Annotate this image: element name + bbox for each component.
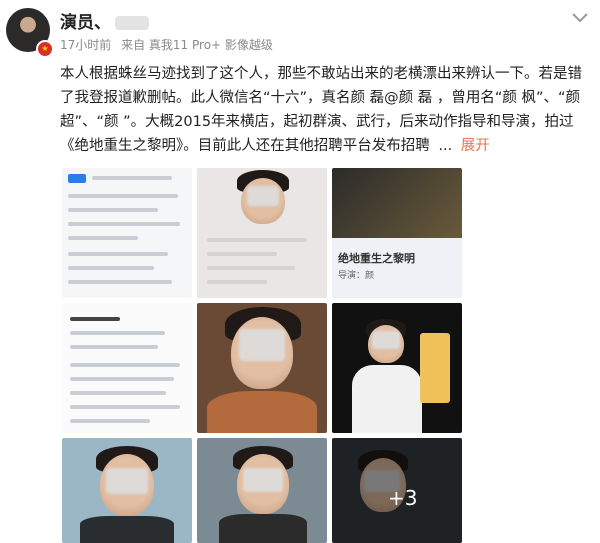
post-ellipsis: ...	[438, 138, 453, 154]
image-thumbnail[interactable]	[197, 438, 327, 543]
username[interactable]: 演员、	[60, 8, 149, 33]
post-time: 17小时前	[60, 38, 112, 52]
post-body: 本人根据蛛丝马迹找到了这个人，那些不敢站出来的老横漂出来辨认一下。若是错了我登报…	[60, 62, 590, 158]
image-grid: 绝地重生之黎明 导演：颜 +3	[62, 168, 466, 543]
image-thumbnail[interactable]	[197, 303, 327, 433]
image-thumbnail[interactable]	[62, 303, 192, 433]
verified-badge-icon: ★	[36, 40, 54, 58]
chevron-down-icon[interactable]	[571, 12, 589, 24]
post-source: 来自 真我11 Pro+ 影像越级	[121, 38, 273, 52]
expand-link[interactable]: 展开	[461, 138, 490, 154]
post-meta: 17小时前 来自 真我11 Pro+ 影像越级	[60, 36, 279, 53]
movie-sub: 导演：颜	[338, 271, 375, 281]
image-thumbnail[interactable]	[62, 438, 192, 543]
post-text: 本人根据蛛丝马迹找到了这个人，那些不敢站出来的老横漂出来辨认一下。若是错了我登报…	[60, 66, 582, 154]
image-thumbnail[interactable]	[197, 168, 327, 298]
poster-label	[420, 333, 450, 403]
username-redaction	[115, 16, 149, 30]
movie-title: 绝地重生之黎明	[338, 252, 415, 265]
image-thumbnail[interactable]: +3	[332, 438, 462, 543]
post-header: ★ 演员、 17小时前 来自 真我11 Pro+ 影像越级	[0, 0, 600, 60]
more-images-count[interactable]: +3	[388, 486, 417, 510]
username-text[interactable]: 演员、	[60, 13, 111, 33]
image-thumbnail[interactable]	[332, 303, 462, 433]
document-header-icon	[68, 174, 86, 183]
image-thumbnail[interactable]: 绝地重生之黎明 导演：颜	[332, 168, 462, 298]
image-thumbnail[interactable]	[62, 168, 192, 298]
